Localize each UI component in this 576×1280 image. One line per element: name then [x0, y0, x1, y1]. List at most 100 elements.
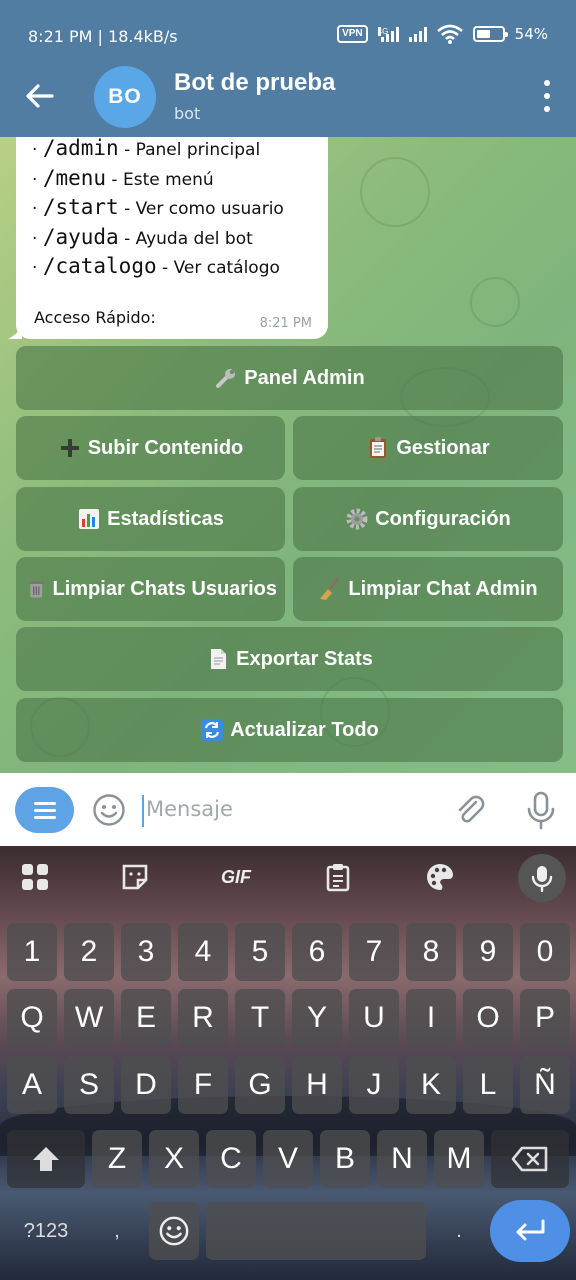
key-c[interactable]: C [206, 1130, 256, 1188]
key-z[interactable]: Z [92, 1130, 142, 1188]
command-line: · /menu - Este menú [32, 165, 214, 190]
avatar[interactable]: BO [94, 66, 156, 128]
clear-admin-chat-label: Limpiar Chat Admin [348, 577, 538, 600]
gif-button[interactable]: GIF [216, 862, 256, 892]
document-icon [211, 649, 227, 669]
key-t[interactable]: T [235, 989, 285, 1047]
key-d[interactable]: D [121, 1056, 171, 1114]
key-5[interactable]: 5 [235, 923, 285, 981]
manage-button[interactable]: Gestionar [293, 416, 563, 480]
command-name[interactable]: /admin [43, 137, 119, 160]
background-doodle [470, 277, 520, 327]
key-p[interactable]: P [520, 989, 570, 1047]
voice-input-button[interactable] [518, 854, 566, 902]
key-e[interactable]: E [121, 989, 171, 1047]
message-time: 8:21 PM [259, 316, 312, 331]
symbols-key[interactable]: ?123 [7, 1202, 85, 1260]
quick-access-label: Acceso Rápido: [34, 308, 156, 327]
key-u[interactable]: U [349, 989, 399, 1047]
key-b[interactable]: B [320, 1130, 370, 1188]
enter-arrow-icon [516, 1219, 545, 1241]
clipboard-icon[interactable] [323, 862, 353, 892]
key-0[interactable]: 0 [520, 923, 570, 981]
spacebar-key[interactable] [206, 1202, 426, 1260]
manage-label: Gestionar [396, 436, 490, 459]
network-type-label: 4G [377, 27, 389, 36]
comma-key[interactable]: , [92, 1202, 142, 1260]
microphone-icon[interactable] [524, 790, 558, 830]
command-line: · /admin - Panel principal [32, 137, 261, 160]
key-a[interactable]: A [7, 1056, 57, 1114]
battery-icon [472, 26, 508, 42]
message-input[interactable] [146, 797, 436, 821]
period-key[interactable]: . [434, 1202, 484, 1260]
key-v[interactable]: V [263, 1130, 313, 1188]
key-n[interactable]: N [377, 1130, 427, 1188]
chat-header: 8:21 PM | 18.4kB/s VPN 4G 54% BO Bot de … [0, 0, 576, 137]
key-i[interactable]: I [406, 989, 456, 1047]
broom-icon [320, 578, 340, 600]
command-name[interactable]: /catalogo [43, 254, 157, 278]
key-2[interactable]: 2 [64, 923, 114, 981]
command-name[interactable]: /menu [43, 166, 106, 190]
clipboard-icon [370, 437, 387, 458]
shift-key[interactable] [7, 1130, 85, 1188]
key-y[interactable]: Y [292, 989, 342, 1047]
clear-user-chats-button[interactable]: Limpiar Chats Usuarios [16, 557, 285, 621]
bot-menu-button[interactable] [15, 787, 74, 833]
key-g[interactable]: G [235, 1056, 285, 1114]
gear-icon [346, 508, 368, 530]
command-name[interactable]: /start [43, 195, 119, 219]
upload-content-label: Subir Contenido [87, 436, 244, 459]
key-7[interactable]: 7 [349, 923, 399, 981]
statistics-button[interactable]: Estadísticas [16, 487, 285, 551]
emoji-icon[interactable] [92, 793, 126, 827]
key-1[interactable]: 1 [7, 923, 57, 981]
key-9[interactable]: 9 [463, 923, 513, 981]
refresh-all-button[interactable]: Actualizar Todo [16, 698, 563, 762]
sticker-icon[interactable] [120, 862, 150, 892]
key-m[interactable]: M [434, 1130, 484, 1188]
key-w[interactable]: W [64, 989, 114, 1047]
key-6[interactable]: 6 [292, 923, 342, 981]
command-description: Este menú [122, 169, 214, 190]
key-r[interactable]: R [178, 989, 228, 1047]
emoji-icon [159, 1216, 189, 1246]
command-name[interactable]: /ayuda [43, 225, 119, 249]
palette-icon[interactable] [425, 862, 455, 892]
key-enye[interactable]: Ñ [520, 1056, 570, 1114]
key-l[interactable]: L [463, 1056, 513, 1114]
clear-admin-chat-button[interactable]: Limpiar Chat Admin [293, 557, 563, 621]
message-input-bar [0, 773, 576, 846]
key-x[interactable]: X [149, 1130, 199, 1188]
back-arrow-icon[interactable] [22, 78, 58, 114]
clear-user-chats-label: Limpiar Chats Usuarios [52, 577, 277, 600]
key-f[interactable]: F [178, 1056, 228, 1114]
key-j[interactable]: J [349, 1056, 399, 1114]
settings-button[interactable]: Configuración [293, 487, 563, 551]
emoji-key[interactable] [149, 1202, 199, 1260]
apps-grid-icon[interactable] [20, 862, 50, 892]
command-description: Ver como usuario [135, 199, 284, 220]
key-s[interactable]: S [64, 1056, 114, 1114]
chat-area[interactable]: · /admin - Panel principal · /menu - Est… [0, 137, 576, 773]
export-stats-button[interactable]: Exportar Stats [16, 627, 563, 691]
message-bubble[interactable]: · /admin - Panel principal · /menu - Est… [16, 137, 328, 339]
panel-admin-button[interactable]: Panel Admin [16, 346, 563, 410]
chat-title[interactable]: Bot de prueba [174, 69, 335, 97]
key-q[interactable]: Q [7, 989, 57, 1047]
background-doodle [360, 157, 430, 227]
backspace-key[interactable] [491, 1130, 569, 1188]
paperclip-icon[interactable] [452, 792, 488, 828]
microphone-icon [531, 866, 553, 892]
key-3[interactable]: 3 [121, 923, 171, 981]
key-4[interactable]: 4 [178, 923, 228, 981]
soft-keyboard: GIF 1 2 3 4 5 6 7 8 9 0 Q W E R T Y U I … [0, 846, 576, 1280]
key-h[interactable]: H [292, 1056, 342, 1114]
key-o[interactable]: O [463, 989, 513, 1047]
more-options-icon[interactable] [542, 80, 552, 112]
key-8[interactable]: 8 [406, 923, 456, 981]
enter-key[interactable] [490, 1200, 570, 1262]
upload-content-button[interactable]: Subir Contenido [16, 416, 285, 480]
key-k[interactable]: K [406, 1056, 456, 1114]
